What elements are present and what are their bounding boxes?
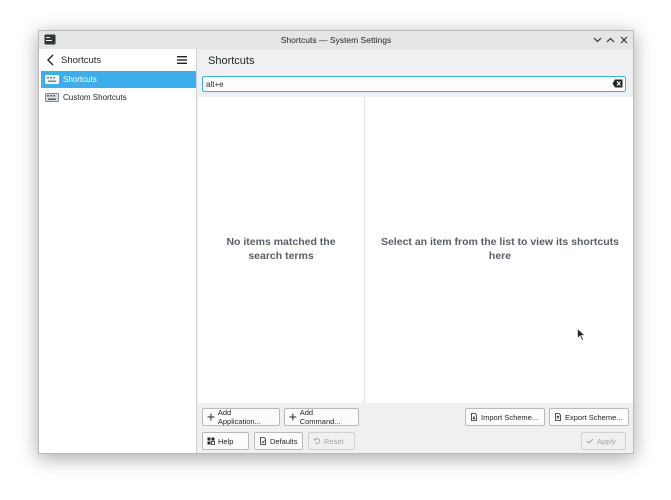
back-arrow-icon[interactable] xyxy=(45,53,57,67)
add-command-button[interactable]: Add Command... xyxy=(284,408,359,426)
defaults-button[interactable]: Defaults xyxy=(254,432,303,450)
no-items-message: No items matched the search terms xyxy=(226,236,336,262)
close-icon[interactable] xyxy=(617,33,631,47)
undo-icon xyxy=(313,438,321,445)
document-import-icon xyxy=(471,413,477,421)
keyboard-icon xyxy=(45,93,59,102)
sidebar-item-shortcuts[interactable]: Shortcuts xyxy=(41,71,196,88)
sidebar-item-label: Custom Shortcuts xyxy=(63,93,127,102)
title-bar[interactable]: Shortcuts — System Settings xyxy=(39,31,633,50)
search-input[interactable] xyxy=(202,76,626,92)
sidebar: Shortcuts Shortcuts Custom Shortcuts xyxy=(39,49,197,453)
plus-icon xyxy=(207,413,215,421)
components-list[interactable]: No items matched the search terms xyxy=(198,97,365,403)
mouse-cursor-icon xyxy=(577,328,586,341)
import-scheme-button[interactable]: Import Scheme... xyxy=(465,408,545,426)
shortcuts-list[interactable]: Select an item from the list to view its… xyxy=(365,97,633,403)
reset-button[interactable]: Reset xyxy=(308,432,355,450)
system-settings-window: Shortcuts — System Settings Shortcuts Sh… xyxy=(38,30,634,454)
keyboard-icon xyxy=(45,75,59,84)
export-scheme-button[interactable]: Export Scheme... xyxy=(549,408,629,426)
clear-text-icon[interactable] xyxy=(612,79,623,88)
maximize-icon[interactable] xyxy=(603,33,617,47)
document-defaults-icon xyxy=(260,437,266,445)
help-button[interactable]: Help xyxy=(202,432,249,450)
window-title: Shortcuts — System Settings xyxy=(280,35,392,45)
plus-icon xyxy=(289,413,297,421)
add-application-button[interactable]: Add Application... xyxy=(202,408,280,426)
main-content: Shortcuts No items matched the search te… xyxy=(197,49,633,453)
sidebar-item-label: Shortcuts xyxy=(63,75,97,84)
sidebar-item-custom-shortcuts[interactable]: Custom Shortcuts xyxy=(41,89,196,106)
minimize-icon[interactable] xyxy=(590,33,604,47)
sidebar-header: Shortcuts xyxy=(39,49,196,71)
apply-button[interactable]: Apply xyxy=(581,432,626,450)
document-export-icon xyxy=(555,413,561,421)
hamburger-menu-icon[interactable] xyxy=(176,54,188,66)
select-item-message: Select an item from the list to view its… xyxy=(380,236,620,262)
sidebar-title: Shortcuts xyxy=(61,55,102,66)
help-icon xyxy=(207,437,215,445)
page-title: Shortcuts xyxy=(208,55,255,67)
checkmark-icon xyxy=(586,438,594,444)
